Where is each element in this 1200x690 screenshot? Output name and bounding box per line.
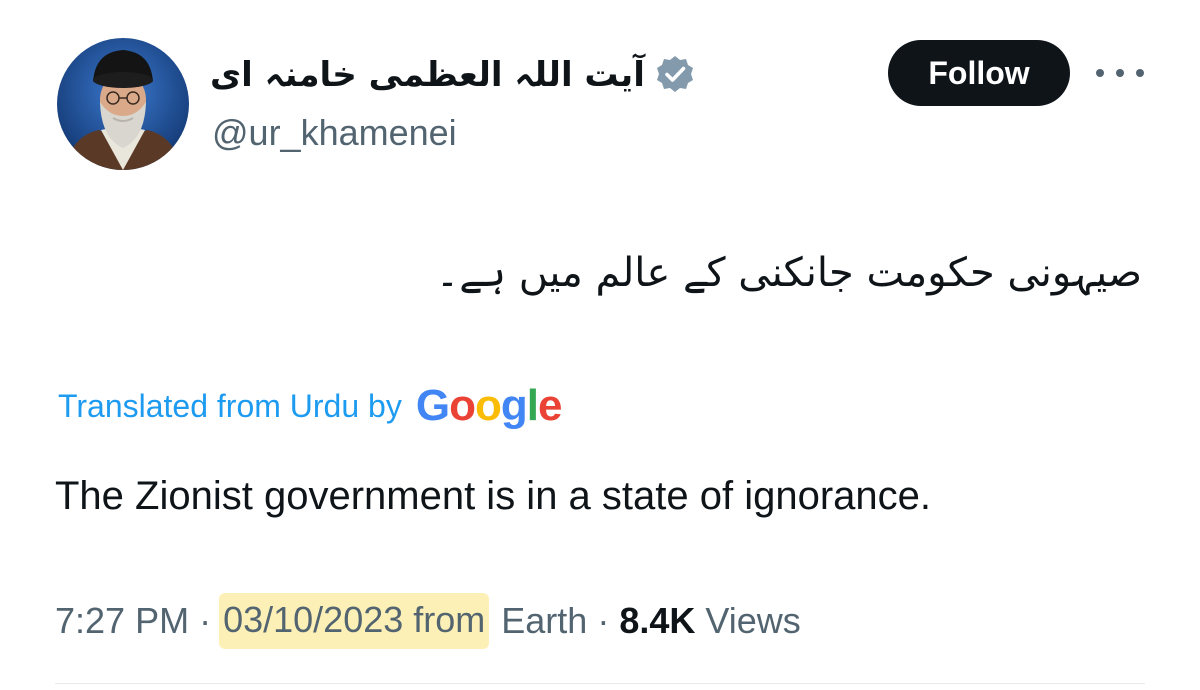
google-logo: Google [415,381,563,430]
tweet-location: Earth [501,600,588,641]
user-name-row: آیت اللہ العظمی خامنہ ای [210,46,695,102]
avatar-image [57,38,189,170]
translated-from-label[interactable]: Translated from Urdu by [58,388,402,425]
tweet-time[interactable]: 7:27 PM [55,600,189,642]
views-count[interactable]: 8.4K [619,600,695,642]
views-label: Views [705,600,801,641]
avatar[interactable] [57,38,189,170]
tweet-original-text: صیہونی حکومت جانکنی کے عالم میں ہے۔ [435,250,1142,296]
follow-button[interactable]: Follow [888,40,1070,106]
user-handle[interactable]: @ur_khamenei [212,112,457,154]
translation-attribution[interactable]: Translated from Urdu by Google [58,378,563,434]
divider [55,683,1145,684]
verified-badge-icon[interactable] [655,54,695,94]
meta-separator-2: · [597,600,610,641]
tweet-translated-text: The Zionist government is in a state of … [55,474,932,518]
meta-separator: · [199,600,212,641]
display-name[interactable]: آیت اللہ العظمی خامنہ ای [210,54,645,95]
tweet-date-highlighted[interactable]: 03/10/2023 from [219,593,490,649]
tweet-meta: 7:27 PM · 03/10/2023 from Earth · 8.4K V… [55,590,801,652]
more-horizontal-icon[interactable] [1096,58,1144,88]
